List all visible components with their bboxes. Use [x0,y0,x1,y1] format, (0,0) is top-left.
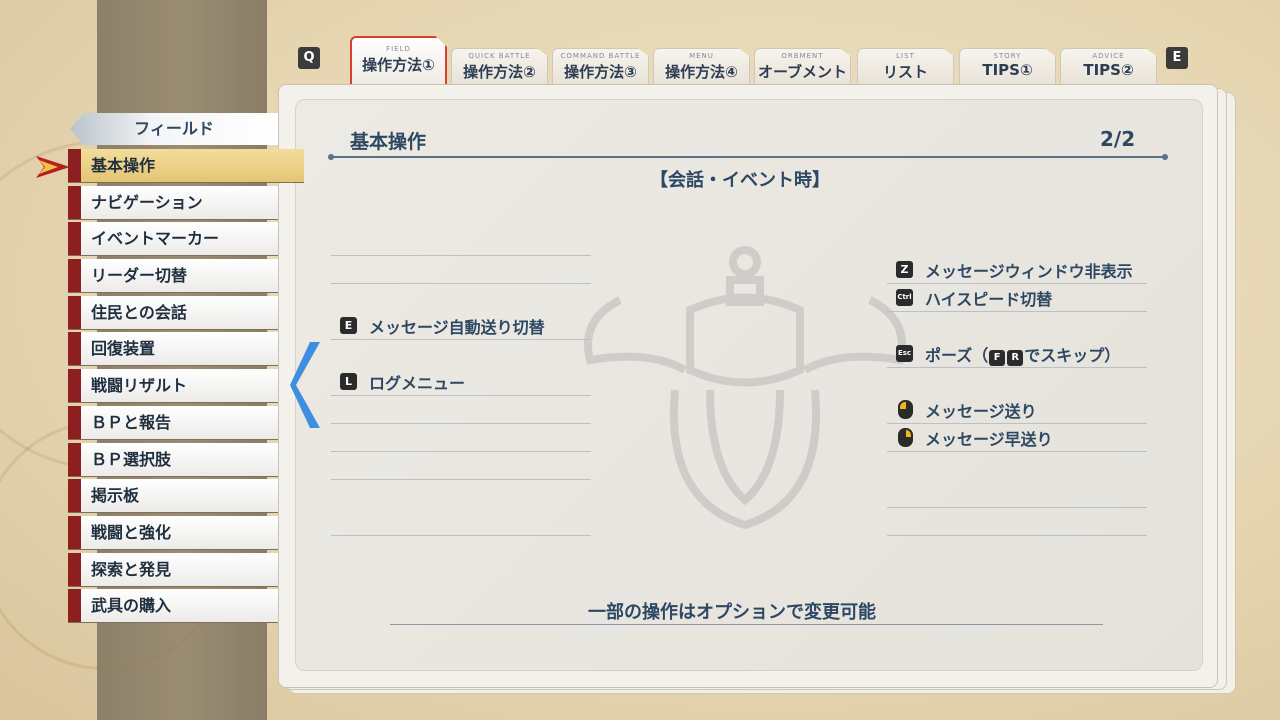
empty-row [331,396,591,424]
page-title: 基本操作 [350,131,427,153]
sidebar-item-resident-talk[interactable]: 住民との会話 [68,296,278,329]
tab-bar: FIELD 操作方法① QUICK BATTLE 操作方法② COMMAND B… [350,36,1170,86]
empty-row [887,508,1147,536]
tab-sublabel: ORBMENT [781,52,824,60]
esc-key-icon: Esc [896,345,913,362]
sidebar-item-event-marker[interactable]: イベントマーカー [68,222,278,255]
sidebar-item-buy-equipment[interactable]: 武具の購入 [68,589,278,622]
tab-label: 操作方法① [362,56,435,74]
emblem-watermark [584,246,906,530]
command-row: Z メッセージウィンドウ非表示 [887,256,1147,284]
mouse-right-click-icon [898,428,913,447]
sidebar-item-bulletin-board[interactable]: 掲示板 [68,479,278,512]
tab-sublabel: STORY [993,52,1022,60]
sidebar-item-basic-controls[interactable]: 基本操作 [68,149,304,182]
tab-controls-4[interactable]: MENU 操作方法④ [653,48,750,86]
tab-controls-1[interactable]: FIELD 操作方法① [350,36,447,86]
sidebar-item-leader-switch[interactable]: リーダー切替 [68,259,278,292]
tab-label: TIPS① [982,61,1033,79]
prev-tab-key-hint[interactable]: Q [298,47,320,69]
tab-sublabel: QUICK BATTLE [468,52,531,60]
selection-pointer-icon [36,156,70,178]
sidebar-item-recovery-device[interactable]: 回復装置 [68,332,278,365]
f-key-icon: F [989,349,1006,366]
sidebar-item-bp-report[interactable]: ＢＰと報告 [68,406,278,439]
tab-label: オーブメント [757,63,848,81]
command-row: E メッセージ自動送り切替 [331,312,591,340]
empty-row [331,508,591,536]
sidebar-item-battle-upgrade[interactable]: 戦闘と強化 [68,516,278,549]
empty-row [331,452,591,480]
previous-page-arrow-icon[interactable] [290,340,324,430]
sidebar-item-battle-result[interactable]: 戦闘リザルト [68,369,278,402]
z-key-icon: Z [896,261,913,278]
footer-note: 一部の操作はオプションで変更可能 [588,602,876,623]
sidebar-item-bp-choices[interactable]: ＢＰ選択肢 [68,443,278,476]
tab-controls-2[interactable]: QUICK BATTLE 操作方法② [451,48,548,86]
mouse-left-click-icon [898,400,913,419]
tab-label: TIPS② [1083,61,1134,79]
tab-sublabel: LIST [896,52,915,60]
l-key-icon: L [340,373,357,390]
ctrl-key-icon: Ctrl [896,289,913,306]
command-text: メッセージウィンドウ非表示 [925,261,1133,281]
tab-list[interactable]: LIST リスト [857,48,954,86]
command-row: Ctrl ハイスピード切替 [887,284,1147,312]
empty-row [331,424,591,452]
sidebar-item-navigation[interactable]: ナビゲーション [68,186,278,219]
tab-label: 操作方法④ [665,63,738,81]
tab-sublabel: MENU [689,52,714,60]
tab-tips-2[interactable]: ADVICE TIPS② [1060,48,1157,86]
command-row: メッセージ送り [887,396,1147,424]
tab-label: 操作方法② [463,63,536,81]
command-text: ハイスピード切替 [925,289,1053,309]
command-text-suffix: でスキップ） [1024,345,1121,365]
tab-label: リスト [882,63,928,81]
tab-tips-1[interactable]: STORY TIPS① [959,48,1056,86]
tab-orbment[interactable]: ORBMENT オーブメント [754,48,851,86]
command-text: メッセージ自動送り切替 [369,317,545,337]
tab-controls-3[interactable]: COMMAND BATTLE 操作方法③ [552,48,649,86]
e-key-icon: E [340,317,357,334]
empty-row [887,480,1147,508]
command-text: メッセージ送り [925,401,1037,421]
tab-sublabel: COMMAND BATTLE [560,52,641,60]
command-text: メッセージ早送り [925,429,1053,449]
command-row: メッセージ早送り [887,424,1147,452]
r-key-icon: R [1007,349,1024,366]
title-divider [328,154,1168,160]
section-heading: 【会話・イベント時】 [650,170,830,191]
footer-divider [390,624,1103,625]
sidebar-item-explore-discover[interactable]: 探索と発見 [68,553,278,586]
tab-sublabel: FIELD [386,45,411,53]
command-row: Esc ポーズ（ F R でスキップ） [887,340,1147,368]
tab-sublabel: ADVICE [1092,52,1125,60]
command-text-prefix: ポーズ（ [925,345,989,365]
command-row: L ログメニュー [331,368,591,396]
sidebar-category-header: フィールド [70,113,278,145]
command-text: ログメニュー [369,373,466,393]
command-text: ポーズ（ F R でスキップ） [925,342,1120,366]
tab-label: 操作方法③ [564,63,637,81]
page-number: 2/2 [1100,127,1136,151]
empty-row [331,228,591,256]
empty-row [331,256,591,284]
